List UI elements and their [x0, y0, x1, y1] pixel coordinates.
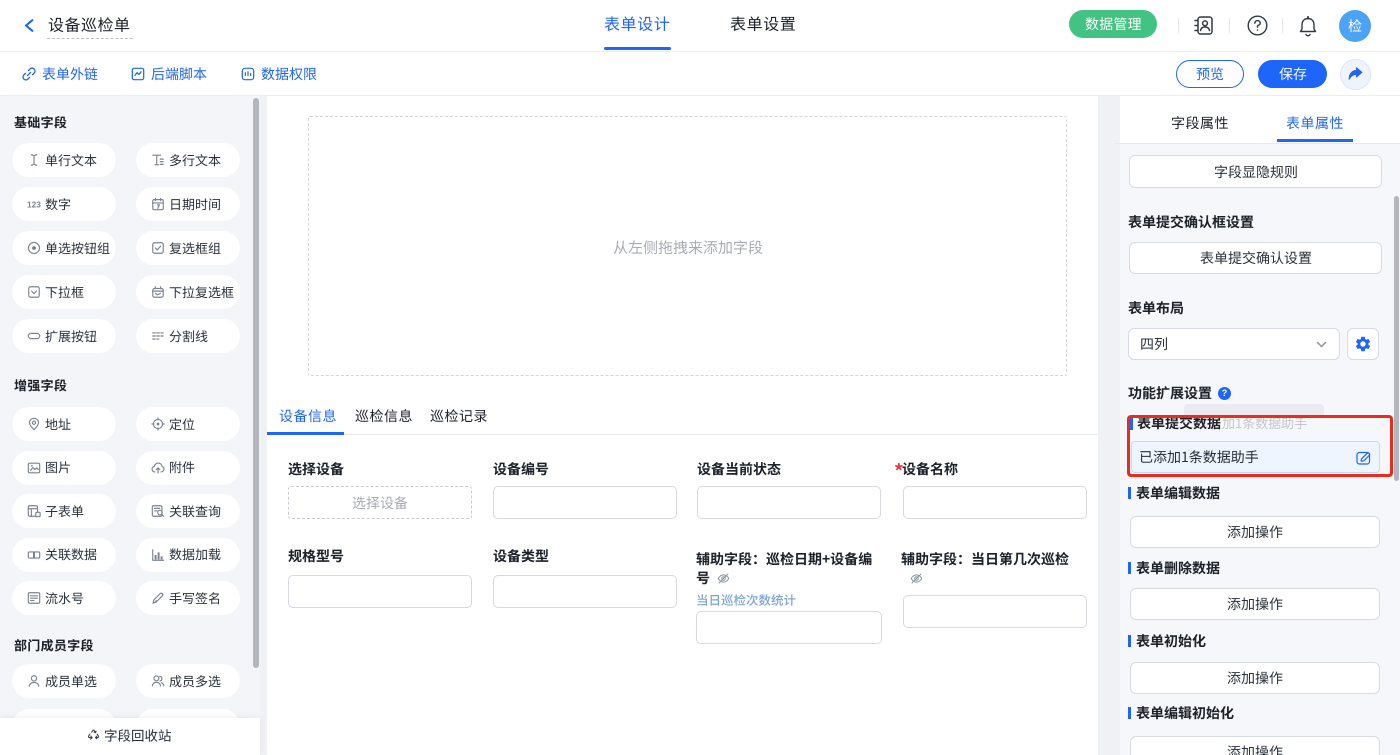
svg-text:123: 123	[27, 200, 41, 210]
